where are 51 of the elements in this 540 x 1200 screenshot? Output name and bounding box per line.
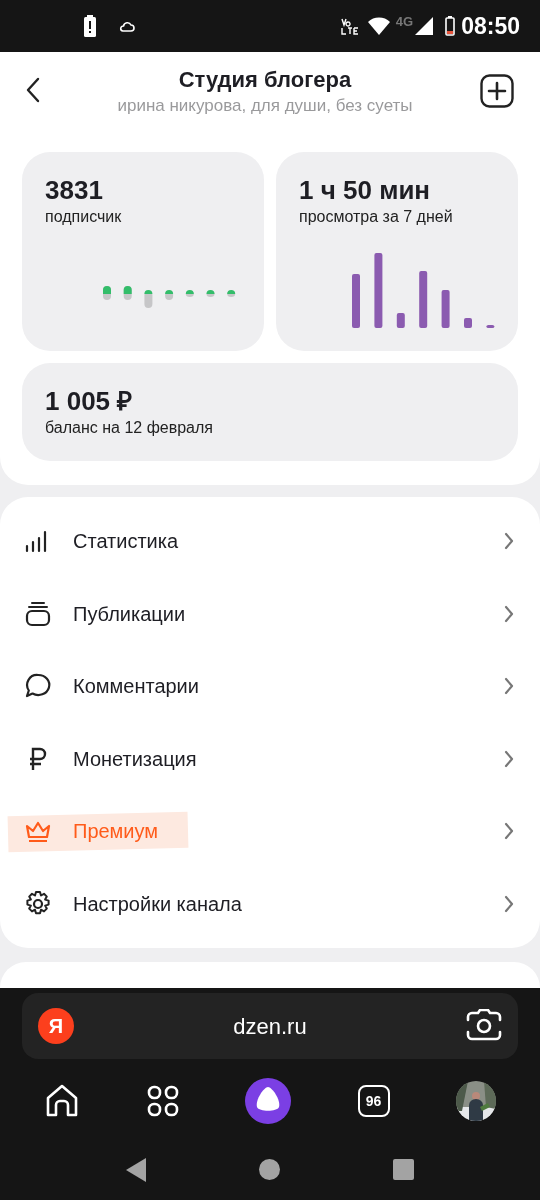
stat-value: 1 005 ₽: [45, 385, 134, 417]
menu-label: Настройки канала: [73, 891, 243, 917]
chevron-right-icon: [504, 677, 514, 696]
address-bar[interactable]: Я dzen.ru: [22, 993, 518, 1059]
menu-item[interactable]: Публикации: [0, 577, 540, 650]
home-icon[interactable]: [44, 1083, 80, 1119]
menu-label: Статистика: [73, 529, 180, 555]
signal-icon: [415, 17, 434, 35]
battery-alert-icon: [84, 15, 96, 37]
menu-item[interactable]: Монетизация: [0, 722, 540, 795]
home-circle-icon[interactable]: [259, 1159, 280, 1180]
stat-value: 1 ч 50 мин: [299, 174, 432, 206]
recents-square-icon[interactable]: [392, 1159, 414, 1180]
menu-item[interactable]: Комментарии: [0, 650, 540, 723]
wifi-icon: [367, 17, 390, 35]
stat-label: подписчик: [45, 207, 123, 227]
assistant-icon[interactable]: [245, 1078, 291, 1124]
stack-icon: [24, 599, 52, 628]
menu-label: Публикации: [73, 601, 187, 627]
add-icon: [480, 74, 514, 108]
weather-icon: [119, 19, 135, 33]
chevron-right-icon: [504, 822, 514, 841]
chevron-right-icon: [504, 894, 514, 913]
menu-label: Премиум: [73, 819, 160, 845]
camera-icon[interactable]: [466, 1009, 502, 1043]
chevron-right-icon: [504, 532, 514, 551]
stat-card[interactable]: 1 005 ₽ баланс на 12 февраля: [22, 363, 518, 461]
url-text: dzen.ru: [233, 1012, 307, 1041]
clock: 08:50: [461, 11, 520, 41]
chevron-right-icon: [504, 604, 514, 623]
menu-item[interactable]: Статистика: [0, 505, 540, 578]
stat-label: баланс на 12 февраля: [45, 418, 214, 438]
back-triangle-icon[interactable]: [126, 1157, 147, 1182]
browser-logo[interactable]: Я: [38, 1008, 74, 1044]
stat-card[interactable]: 1 ч 50 мин просмотра за 7 дней: [276, 152, 518, 351]
menu-label: Монетизация: [73, 746, 198, 772]
battery-icon: [445, 16, 456, 36]
volte-icon: [339, 16, 360, 36]
network-label: 4G: [395, 13, 414, 31]
tabs-button[interactable]: 96: [357, 1085, 390, 1117]
stat-label: просмотра за 7 дней: [299, 207, 454, 227]
chevron-right-icon: [504, 749, 514, 768]
menu-label: Комментарии: [73, 674, 200, 700]
add-button[interactable]: [480, 74, 514, 108]
apps-grid-icon[interactable]: [146, 1085, 179, 1117]
stat-value: 3831: [45, 174, 104, 206]
menu-item[interactable]: Настройки канала: [0, 867, 540, 940]
channel-subtitle: ирина никурова, для души, без суеты: [117, 95, 413, 117]
stat-card[interactable]: 3831 подписчик: [22, 152, 264, 351]
page-title: Студия блогера: [178, 66, 352, 94]
back-icon: [26, 77, 40, 103]
